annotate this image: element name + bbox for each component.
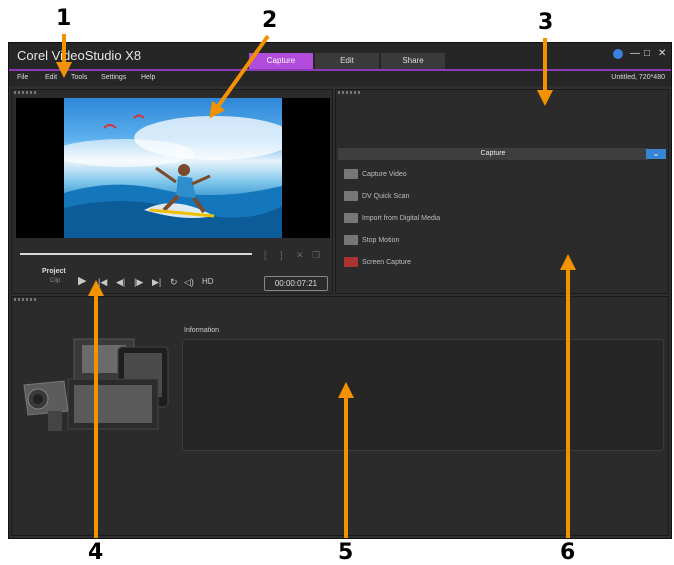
capture-illustration (18, 333, 178, 443)
capture-header: Capture (338, 148, 648, 160)
panel-grip[interactable] (14, 298, 36, 301)
menu-bar: File Edit Tools Settings Help Untitled, … (9, 71, 671, 86)
preview-window[interactable] (16, 98, 330, 238)
split-clip-icon[interactable]: ✕ (296, 250, 304, 260)
capture-video-label: Capture Video (362, 171, 407, 178)
preview-image (64, 98, 282, 238)
panel-grip[interactable] (14, 91, 36, 94)
mode-project[interactable]: Project (42, 268, 66, 275)
dv-quick-scan-label: DV Quick Scan (362, 193, 410, 200)
help-icon[interactable] (613, 49, 623, 59)
menu-edit[interactable]: Edit (45, 74, 57, 81)
dv-scan-icon (344, 191, 358, 202)
copy-icon[interactable]: ❐ (312, 250, 320, 260)
repeat-icon[interactable]: ↻ (170, 277, 178, 287)
timecode-value: 00:00:07:21 (274, 279, 318, 288)
callout-3: 3 (538, 10, 554, 35)
tab-edit[interactable]: Edit (315, 53, 379, 69)
scrubber-bar[interactable] (20, 253, 252, 255)
mode-clip[interactable]: Clip (50, 278, 60, 284)
import-media-icon (344, 213, 358, 224)
import-digital-media-label: Import from Digital Media (362, 215, 441, 222)
timecode-field[interactable]: 00:00:07:21 (264, 276, 328, 291)
screen-capture-label: Screen Capture (362, 259, 412, 266)
menu-settings[interactable]: Settings (101, 74, 126, 81)
callout-5: 5 (338, 540, 354, 565)
screen-capture-button[interactable]: Screen Capture (344, 256, 411, 270)
capture-video-button[interactable]: Capture Video (344, 168, 407, 182)
tab-capture[interactable]: Capture (249, 53, 313, 69)
stop-motion-button[interactable]: Stop Motion (344, 234, 399, 248)
next-frame-icon[interactable]: |▶ (134, 277, 143, 287)
title-bar: Corel VideoStudio X8 Capture Edit Share … (9, 43, 671, 69)
previous-frame-icon[interactable]: ◀| (116, 277, 125, 287)
home-icon[interactable]: |◀ (98, 277, 107, 287)
maximize-icon[interactable]: □ (644, 48, 650, 60)
stop-motion-icon (344, 235, 358, 246)
options-panel: Information (11, 296, 669, 536)
minimize-icon[interactable]: — (630, 48, 640, 60)
close-icon[interactable]: ✕ (658, 48, 666, 60)
callout-6: 6 (560, 540, 576, 565)
play-icon[interactable]: ▶ (78, 276, 86, 287)
application-window: Corel VideoStudio X8 Capture Edit Share … (8, 42, 672, 539)
information-label: Information (184, 327, 220, 334)
menu-help[interactable]: Help (141, 74, 155, 81)
callout-2: 2 (262, 8, 278, 33)
panel-grip[interactable] (338, 91, 360, 94)
app-title: Corel VideoStudio X8 (17, 48, 142, 63)
player-panel: [ ] ✕ ❐ Project Clip ▶ |◀ ◀| |▶ ▶| ↻ ◁) … (11, 89, 333, 294)
menu-file[interactable]: File (17, 74, 28, 81)
hd-toggle[interactable]: HD (202, 277, 214, 287)
library-panel: Capture ⌄ Capture Video DV Quick Scan Im… (335, 89, 669, 294)
project-info: Untitled, 720*480 (611, 74, 665, 81)
stop-motion-label: Stop Motion (362, 237, 400, 244)
import-digital-media-button[interactable]: Import from Digital Media (344, 212, 440, 226)
screen-capture-icon (344, 257, 358, 268)
callout-4: 4 (88, 540, 104, 565)
volume-icon[interactable]: ◁) (184, 277, 194, 287)
information-box (182, 339, 664, 451)
menu-tools[interactable]: Tools (71, 74, 87, 81)
tab-share[interactable]: Share (381, 53, 445, 69)
mark-out-icon[interactable]: ] (280, 250, 283, 260)
end-icon[interactable]: ▶| (152, 277, 161, 287)
mark-in-icon[interactable]: [ (264, 250, 267, 260)
callout-1: 1 (56, 6, 72, 31)
dv-quick-scan-button[interactable]: DV Quick Scan (344, 190, 409, 204)
chevron-down-icon[interactable]: ⌄ (646, 149, 666, 159)
camcorder-icon (344, 169, 358, 180)
